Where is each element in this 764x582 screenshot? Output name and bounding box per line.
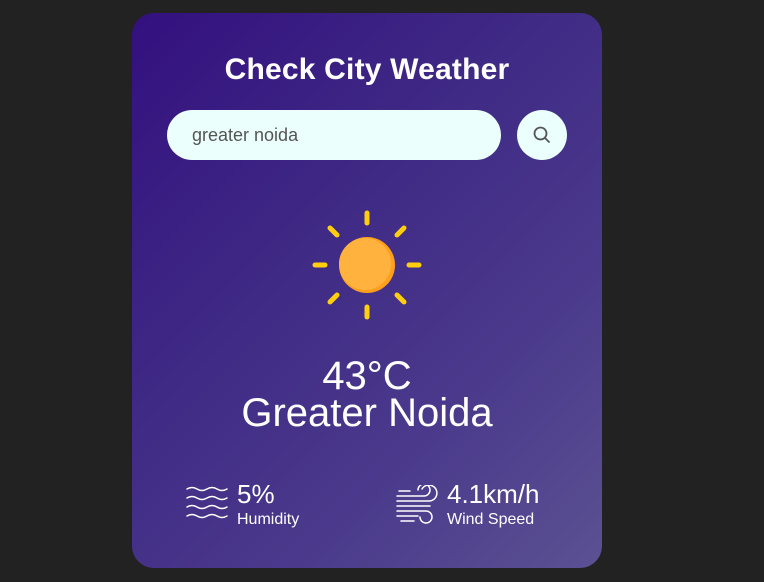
weather-card: Check City Weather 43°C Greater Noida (132, 13, 602, 568)
wind-speed-value: 4.1km/h (447, 479, 540, 509)
humidity-label: Humidity (237, 511, 300, 528)
search-icon (533, 126, 550, 143)
humidity-value: 5% (237, 479, 275, 509)
sun-icon (312, 210, 422, 320)
wind-icon (396, 485, 438, 524)
search-button[interactable] (517, 110, 567, 160)
wind-speed-label: Wind Speed (447, 511, 535, 528)
city-name: Greater Noida (241, 391, 493, 435)
city-search-input[interactable] (167, 110, 501, 160)
waves-icon (186, 486, 228, 519)
app-title: Check City Weather (224, 53, 510, 86)
